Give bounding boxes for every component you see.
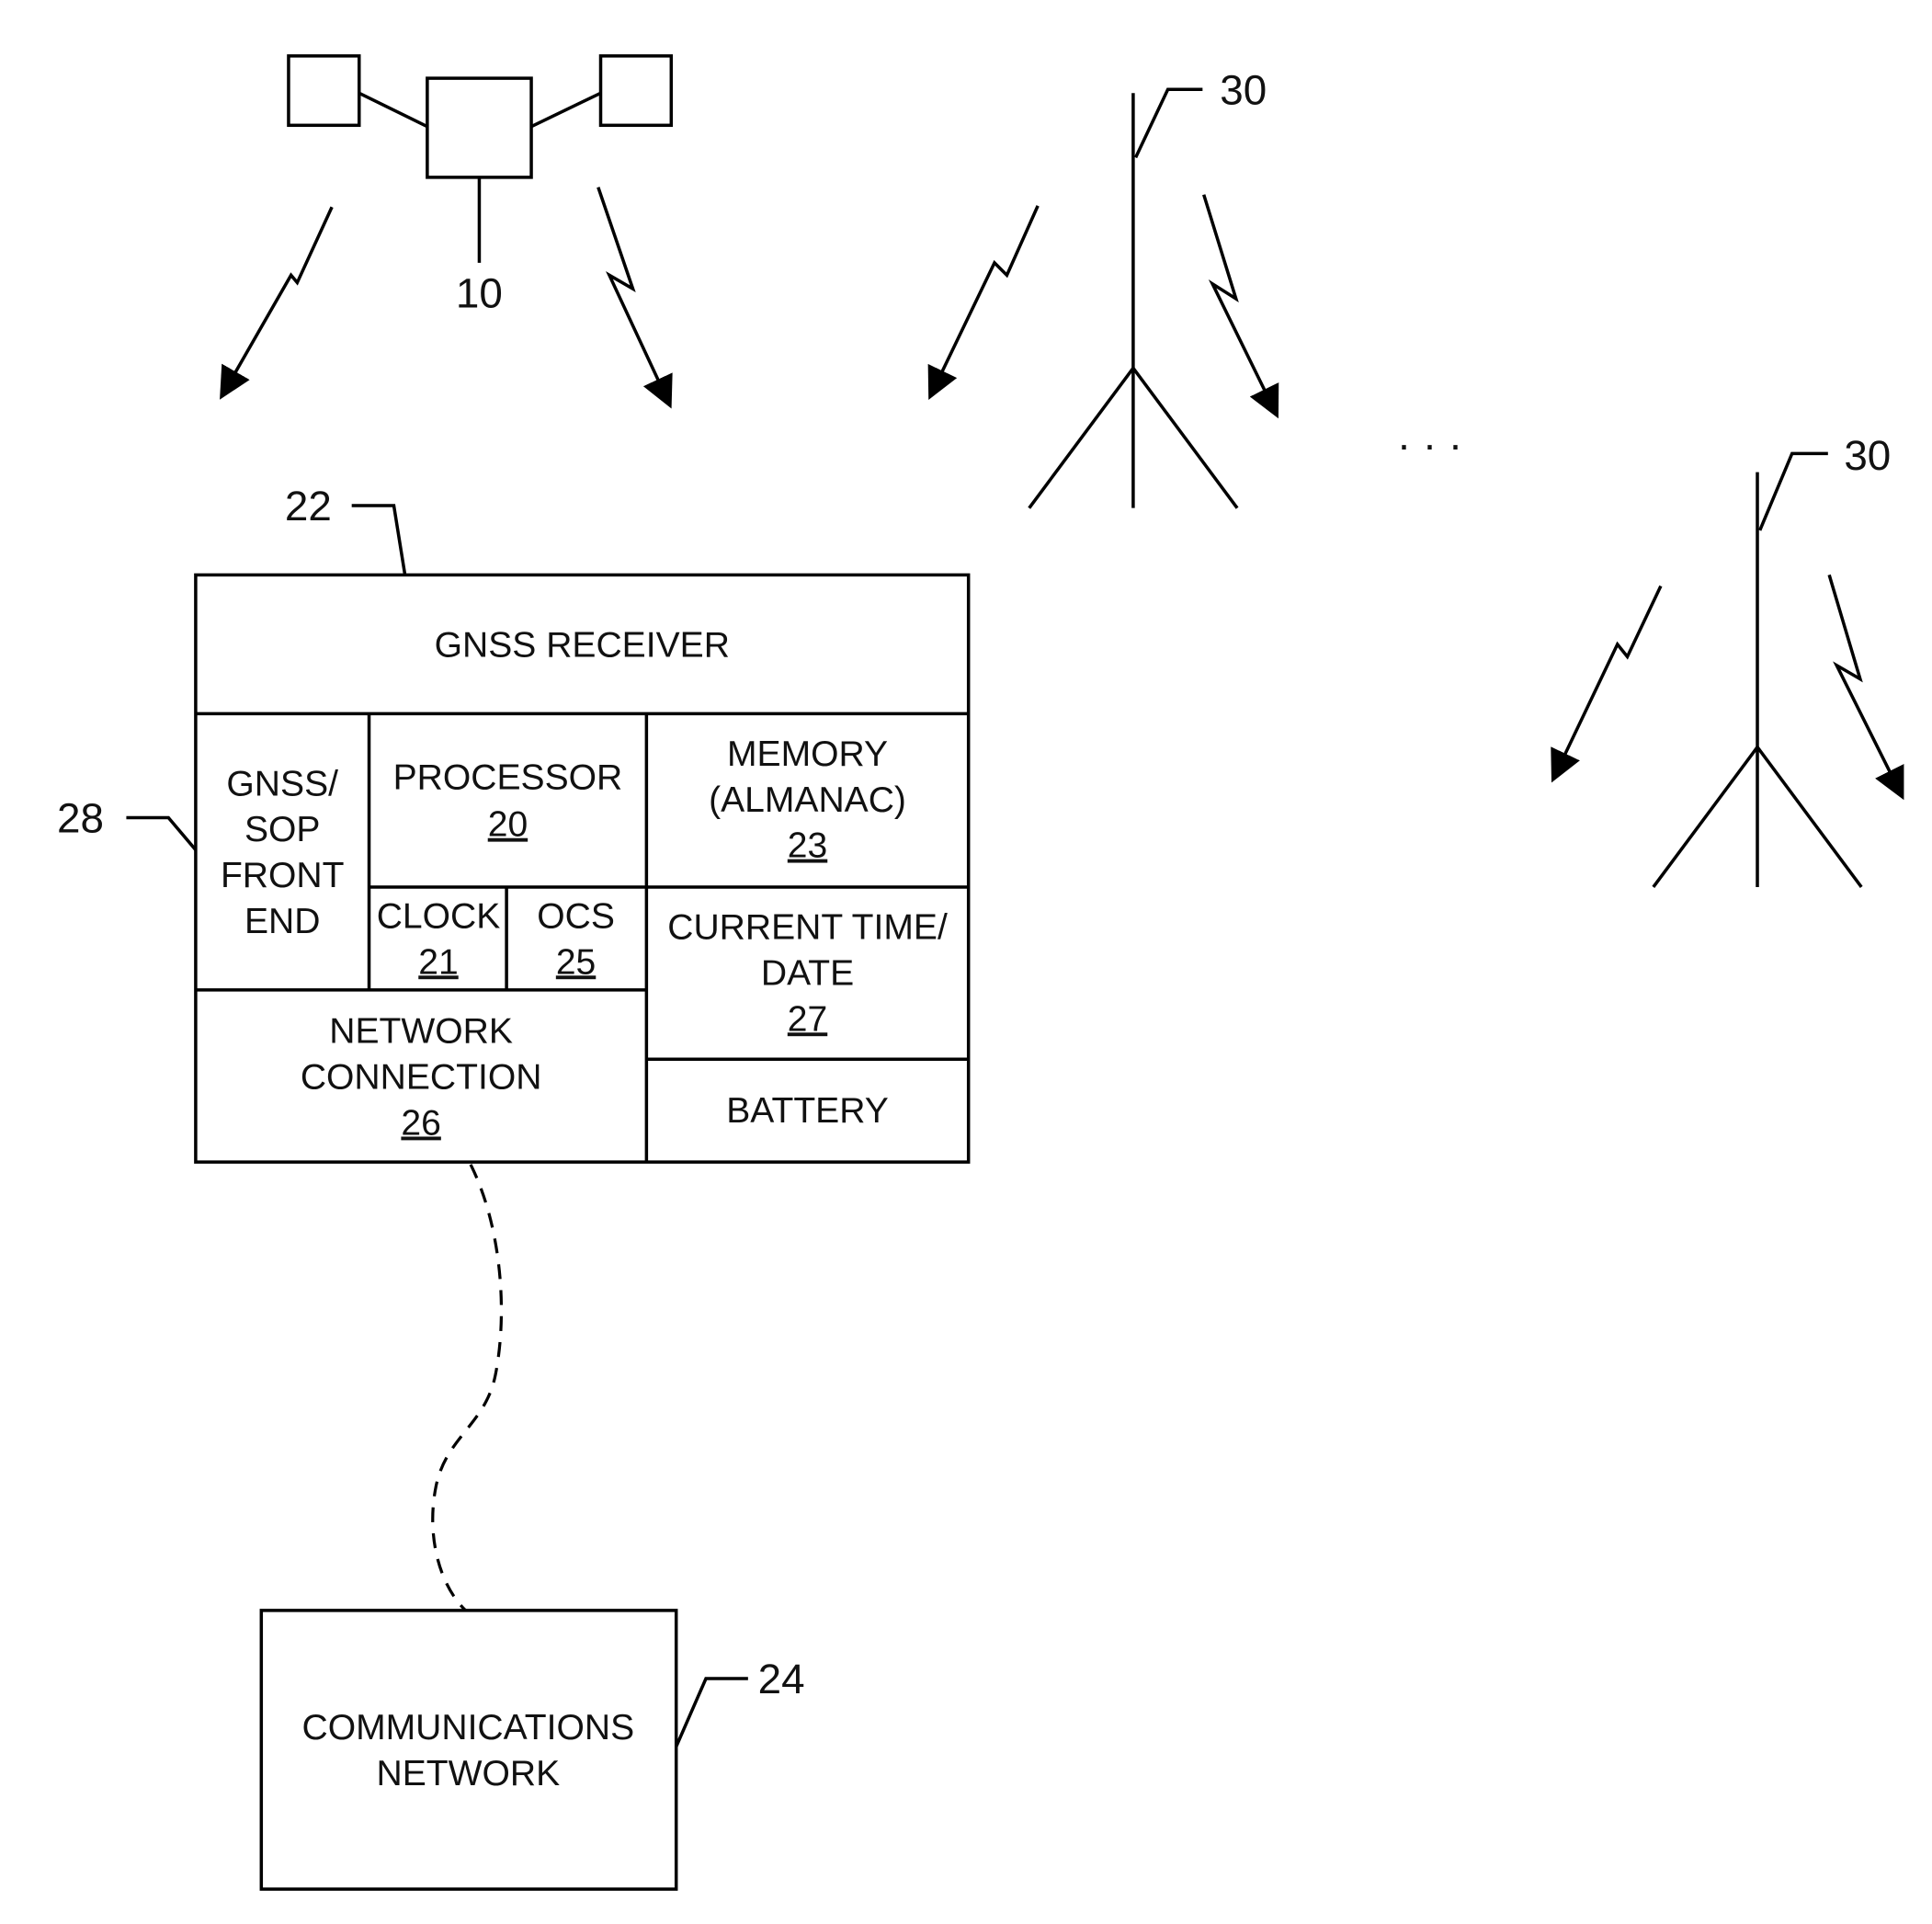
ref-label-22: 22	[285, 483, 332, 529]
svg-text:NETWORK: NETWORK	[377, 1754, 561, 1793]
ref-label-10: 10	[456, 269, 503, 316]
svg-text:CURRENT TIME/: CURRENT TIME/	[667, 908, 948, 948]
svg-text:21: 21	[418, 942, 458, 982]
wireless-link-dashed	[431, 1164, 504, 1612]
leader-line-24	[675, 1677, 748, 1748]
leader-line-28	[126, 815, 198, 851]
receiver-title: GNSS RECEIVER	[435, 625, 730, 665]
battery-block: BATTERY	[726, 1091, 889, 1131]
satellite-body	[426, 76, 533, 179]
signal-arrow	[1202, 194, 1279, 419]
signal-arrow	[1827, 574, 1904, 801]
svg-text:END: END	[244, 902, 320, 941]
svg-text:MEMORY: MEMORY	[727, 734, 888, 774]
signal-arrow	[597, 187, 673, 409]
signal-arrow	[927, 205, 1040, 401]
svg-text:20: 20	[488, 805, 528, 845]
svg-text:CLOCK: CLOCK	[377, 896, 501, 936]
svg-text:GNSS/: GNSS/	[226, 764, 338, 803]
svg-text:FRONT: FRONT	[221, 856, 345, 895]
signal-arrow	[1551, 585, 1663, 783]
ref-label-24: 24	[758, 1656, 805, 1702]
leader-line-30	[1134, 87, 1203, 159]
svg-text:COMMUNICATIONS: COMMUNICATIONS	[301, 1708, 634, 1748]
svg-text:(ALMANAC): (ALMANAC)	[709, 780, 906, 820]
ref-label-30: 30	[1220, 66, 1267, 113]
svg-text:25: 25	[556, 942, 596, 982]
tower-icon	[1652, 451, 1863, 889]
svg-text:PROCESSOR: PROCESSOR	[393, 758, 623, 798]
leader-line-22	[351, 504, 407, 575]
ref-label-30: 30	[1844, 432, 1891, 479]
tower-icon	[1028, 87, 1239, 509]
svg-text:23: 23	[788, 826, 827, 866]
signal-arrow	[220, 206, 334, 400]
svg-text:NETWORK: NETWORK	[329, 1012, 513, 1052]
solar-panel-right	[598, 54, 674, 128]
svg-text:27: 27	[788, 999, 827, 1039]
svg-text:OCS: OCS	[537, 896, 615, 936]
svg-text:DATE: DATE	[761, 953, 854, 993]
ellipsis: · · ·	[1397, 421, 1462, 468]
svg-text:CONNECTION: CONNECTION	[301, 1058, 542, 1098]
communications-network-block	[259, 1609, 678, 1891]
svg-text:26: 26	[401, 1103, 440, 1143]
leader-line-30	[1758, 451, 1828, 531]
svg-text:SOP: SOP	[244, 810, 321, 849]
gnss-system-diagram: 10 30 · · · 30 22 GNSS RECEIVER GNSS/ SO…	[57, 54, 1904, 1891]
ref-label-28: 28	[57, 795, 104, 842]
solar-panel-left	[287, 54, 361, 128]
